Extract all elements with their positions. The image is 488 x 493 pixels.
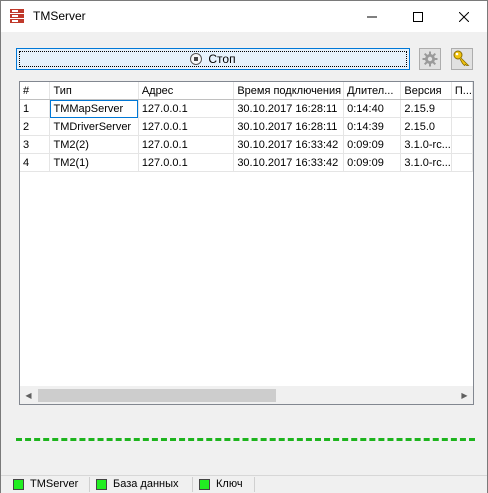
- status-led-icon: [199, 478, 210, 490]
- window-title: TMServer: [33, 9, 86, 23]
- cell-extra[interactable]: [451, 135, 473, 154]
- app-window: TMServer Стоп # Тип Адрес Время подключе…: [0, 0, 488, 493]
- column-header-duration[interactable]: Длител...: [343, 82, 402, 100]
- cell-address[interactable]: 127.0.0.1: [138, 153, 235, 172]
- close-icon: [459, 11, 469, 22]
- status-item-key: Ключ: [199, 478, 243, 490]
- table-row[interactable]: 2 TMDriverServer 127.0.0.1 30.10.2017 16…: [20, 117, 473, 136]
- table-header: # Тип Адрес Время подключения Длител... …: [20, 82, 473, 100]
- cell-type[interactable]: TMDriverServer: [49, 117, 139, 136]
- gear-icon: [422, 51, 438, 67]
- key-icon: [453, 50, 470, 67]
- cell-duration[interactable]: 0:09:09: [343, 135, 402, 154]
- cell-address[interactable]: 127.0.0.1: [138, 135, 235, 154]
- table-row[interactable]: 4 TM2(1) 127.0.0.1 30.10.2017 16:33:42 0…: [20, 153, 473, 172]
- status-label: Ключ: [216, 478, 243, 490]
- cell-connect-time[interactable]: 30.10.2017 16:33:42: [233, 135, 345, 154]
- cell-type[interactable]: TMMapServer: [49, 99, 139, 118]
- column-header-connect-time[interactable]: Время подключения: [233, 82, 345, 100]
- cell-number[interactable]: 3: [20, 135, 51, 154]
- close-button[interactable]: [441, 1, 487, 32]
- cell-number[interactable]: 4: [20, 153, 51, 172]
- cell-type[interactable]: TM2(1): [49, 153, 139, 172]
- status-label: TMServer: [30, 478, 79, 490]
- minimize-icon: [367, 16, 377, 17]
- table-row[interactable]: 1 TMMapServer 127.0.0.1 30.10.2017 16:28…: [20, 99, 473, 118]
- scroll-right-icon[interactable]: ▶: [456, 387, 473, 404]
- focus-rect: [19, 51, 407, 67]
- cell-type[interactable]: TM2(2): [49, 135, 139, 154]
- cell-version[interactable]: 2.15.0: [400, 117, 452, 136]
- column-header-extra[interactable]: П...: [451, 82, 473, 100]
- scrollbar-thumb[interactable]: [38, 389, 276, 402]
- server-stack-icon: [10, 9, 24, 23]
- cell-extra[interactable]: [451, 117, 473, 136]
- key-button[interactable]: [451, 48, 473, 70]
- minimize-button[interactable]: [349, 1, 395, 32]
- column-header-type[interactable]: Тип: [49, 82, 139, 100]
- cell-number[interactable]: 1: [20, 99, 51, 118]
- column-header-address[interactable]: Адрес: [138, 82, 235, 100]
- status-led-icon: [96, 478, 107, 490]
- cell-extra[interactable]: [451, 99, 473, 118]
- cell-connect-time[interactable]: 30.10.2017 16:28:11: [233, 117, 345, 136]
- maximize-icon: [413, 11, 423, 22]
- cell-duration[interactable]: 0:14:39: [343, 117, 402, 136]
- scroll-left-icon[interactable]: ◀: [20, 387, 37, 404]
- column-header-version[interactable]: Версия: [400, 82, 452, 100]
- status-divider: [192, 477, 193, 492]
- cell-duration[interactable]: 0:14:40: [343, 99, 402, 118]
- settings-button[interactable]: [419, 48, 441, 70]
- status-divider: [89, 477, 90, 492]
- title-bar[interactable]: TMServer: [1, 1, 487, 32]
- cell-address[interactable]: 127.0.0.1: [138, 99, 235, 118]
- cell-duration[interactable]: 0:09:09: [343, 153, 402, 172]
- horizontal-scrollbar[interactable]: ◀ ▶: [20, 386, 473, 404]
- status-divider: [254, 477, 255, 492]
- column-header-number[interactable]: #: [20, 82, 51, 100]
- table-row[interactable]: 3 TM2(2) 127.0.0.1 30.10.2017 16:33:42 0…: [20, 135, 473, 154]
- cell-version[interactable]: 3.1.0-rc...: [400, 153, 452, 172]
- status-bar: TMServer База данных Ключ: [1, 475, 487, 493]
- cell-connect-time[interactable]: 30.10.2017 16:33:42: [233, 153, 345, 172]
- cell-number[interactable]: 2: [20, 117, 51, 136]
- status-item-database: База данных: [96, 478, 179, 490]
- status-label: База данных: [113, 478, 179, 490]
- status-item-tmserver: TMServer: [13, 478, 78, 490]
- cell-version[interactable]: 3.1.0-rc...: [400, 135, 452, 154]
- stop-button[interactable]: Стоп: [16, 48, 410, 70]
- cell-connect-time[interactable]: 30.10.2017 16:28:11: [233, 99, 345, 118]
- cell-extra[interactable]: [451, 153, 473, 172]
- cell-version[interactable]: 2.15.9: [400, 99, 452, 118]
- status-led-icon: [13, 478, 24, 490]
- connections-table[interactable]: # Тип Адрес Время подключения Длител... …: [19, 81, 474, 405]
- maximize-button[interactable]: [395, 1, 441, 32]
- cell-address[interactable]: 127.0.0.1: [138, 117, 235, 136]
- activity-indicator-line: [16, 438, 475, 441]
